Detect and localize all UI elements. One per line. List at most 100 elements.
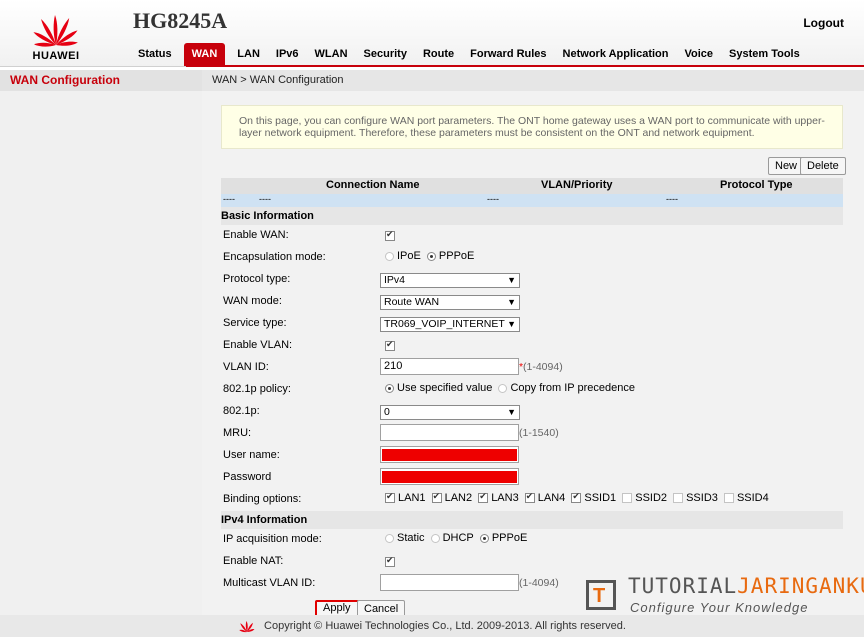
- static-radio[interactable]: [385, 533, 394, 543]
- ip-acquisition-label: IP acquisition mode:: [223, 533, 322, 545]
- mru-input[interactable]: [380, 424, 519, 441]
- vlan-id-input[interactable]: 210: [380, 358, 519, 375]
- watermark-logo-box: T: [586, 580, 616, 610]
- service-type-select[interactable]: TR069_VOIP_INTERNET ▼: [380, 317, 520, 332]
- footer: Copyright © Huawei Technologies Co., Ltd…: [0, 615, 864, 637]
- enable-vlan-label: Enable VLAN:: [223, 339, 293, 351]
- dropdown-arrow-icon: ▼: [507, 275, 516, 285]
- ssid2-checkbox[interactable]: [622, 493, 633, 504]
- ssid3-label: SSID3: [686, 492, 718, 505]
- dropdown-arrow-icon: ▼: [507, 407, 516, 417]
- nav-ipv6[interactable]: IPv6: [268, 43, 307, 66]
- enable-wan-checkbox[interactable]: [385, 229, 395, 242]
- ssid4-checkbox[interactable]: [723, 493, 734, 504]
- service-type-label: Service type:: [223, 317, 287, 329]
- ssid4-label: SSID4: [736, 492, 769, 505]
- nav-voice[interactable]: Voice: [676, 43, 721, 66]
- lan4-label: LAN4: [537, 492, 566, 505]
- watermark: T TUTORIALJARINGANKU Configure Your Know…: [580, 574, 864, 618]
- nav-wlan[interactable]: WLAN: [307, 43, 356, 66]
- redacted-password: [382, 471, 517, 483]
- nav-security[interactable]: Security: [356, 43, 415, 66]
- main-content: On this page, you can configure WAN port…: [202, 91, 864, 618]
- dropdown-arrow-icon: ▼: [506, 318, 516, 331]
- ssid1-checkbox[interactable]: [571, 491, 582, 504]
- lan2-label: LAN2: [444, 492, 473, 505]
- basic-info-heading: Basic Information: [221, 207, 843, 225]
- protocol-type-value: IPv4: [384, 274, 406, 286]
- pppoe-label: PPPoE: [438, 250, 475, 263]
- dropdown-arrow-icon: ▼: [507, 297, 516, 307]
- p8021-select[interactable]: 0 ▼: [380, 405, 520, 420]
- binding-options: LAN1 LAN2 LAN3 LAN4 SSID1 SSID2 SSID3 SS…: [385, 491, 772, 505]
- encapsulation-label: Encapsulation mode:: [223, 251, 326, 263]
- ip-pppoe-radio[interactable]: [479, 533, 489, 543]
- nav-forward-rules[interactable]: Forward Rules: [462, 43, 554, 66]
- static-label: Static: [397, 532, 425, 545]
- enable-wan-label: Enable WAN:: [223, 229, 289, 241]
- nav-lan[interactable]: LAN: [229, 43, 268, 66]
- nav-system-tools[interactable]: System Tools: [721, 43, 808, 66]
- use-specified-radio[interactable]: [385, 383, 394, 393]
- multicast-vlan-input[interactable]: [380, 574, 519, 591]
- new-button[interactable]: New: [768, 157, 805, 175]
- wan-table-header: Connection Name VLAN/Priority Protocol T…: [221, 178, 843, 194]
- huawei-petals-icon: [33, 15, 78, 47]
- nav-route[interactable]: Route: [415, 43, 462, 66]
- sidebar: WAN Configuration: [0, 70, 202, 615]
- ssid3-checkbox[interactable]: [673, 493, 684, 504]
- policy-radios: Use specified value Copy from IP precede…: [385, 382, 638, 394]
- pppoe-radio[interactable]: [426, 251, 436, 261]
- table-cell: ----: [666, 194, 678, 204]
- ssid1-label: SSID1: [584, 492, 617, 505]
- wan-mode-select[interactable]: Route WAN ▼: [380, 295, 520, 310]
- watermark-title: TUTORIALJARINGANKU: [628, 574, 864, 598]
- ipv4-info-heading: IPv4 Information: [221, 511, 843, 529]
- nav-network-application[interactable]: Network Application: [555, 43, 677, 66]
- sidebar-item-wan-configuration[interactable]: WAN Configuration: [0, 70, 202, 91]
- multicast-vlan-hint: (1-4094): [519, 577, 559, 589]
- lan2-checkbox[interactable]: [431, 491, 442, 504]
- enable-vlan-checkbox[interactable]: [385, 339, 395, 352]
- use-specified-label: Use specified value: [397, 382, 493, 395]
- nav-wan[interactable]: WAN: [183, 43, 226, 66]
- watermark-letter: T: [593, 585, 606, 607]
- copy-ip-precedence-label: Copy from IP precedence: [510, 382, 635, 395]
- table-row[interactable]: ---- ---- ---- ----: [221, 194, 843, 207]
- lan1-checkbox[interactable]: [385, 491, 395, 504]
- watermark-tagline: Configure Your Knowledge: [630, 600, 809, 615]
- enable-nat-checkbox[interactable]: [385, 555, 395, 568]
- protocol-type-select[interactable]: IPv4 ▼: [380, 273, 520, 288]
- binding-label: Binding options:: [223, 493, 302, 505]
- copyright-text: Copyright © Huawei Technologies Co., Ltd…: [264, 620, 626, 632]
- mru-label: MRU:: [223, 427, 252, 439]
- nav-status[interactable]: Status: [130, 43, 180, 66]
- copy-ip-precedence-radio[interactable]: [498, 383, 508, 393]
- redacted-username: [382, 449, 517, 461]
- table-cell: ----: [487, 194, 499, 204]
- col-connection-name: Connection Name: [326, 179, 420, 191]
- huawei-small-logo-icon: [239, 620, 255, 632]
- encapsulation-radios: IPoE PPPoE: [385, 250, 477, 262]
- p8021-label: 802.1p:: [223, 405, 260, 417]
- p8021-value: 0: [384, 406, 390, 418]
- ipoe-radio[interactable]: [385, 251, 394, 261]
- lan3-checkbox[interactable]: [478, 491, 489, 504]
- delete-button[interactable]: Delete: [800, 157, 846, 175]
- nav-underline: [186, 65, 864, 67]
- password-label: Password: [223, 471, 272, 483]
- col-vlan-priority: VLAN/Priority: [541, 179, 613, 191]
- table-cell: ----: [259, 194, 271, 204]
- col-protocol-type: Protocol Type: [720, 179, 793, 191]
- huawei-logo: HUAWEI: [24, 5, 88, 63]
- dhcp-radio[interactable]: [430, 533, 440, 543]
- policy-label: 802.1p policy:: [223, 383, 291, 395]
- logout-link[interactable]: Logout: [803, 16, 844, 30]
- ssid2-label: SSID2: [635, 492, 668, 505]
- main-nav: Status WAN LAN IPv6 WLAN Security Route …: [130, 43, 808, 66]
- mru-hint: (1-1540): [519, 427, 559, 439]
- vlan-id-hint: (1-4094): [523, 361, 563, 373]
- lan1-label: LAN1: [398, 492, 426, 505]
- lan4-checkbox[interactable]: [524, 491, 535, 504]
- service-type-value: TR069_VOIP_INTERNET: [384, 318, 505, 330]
